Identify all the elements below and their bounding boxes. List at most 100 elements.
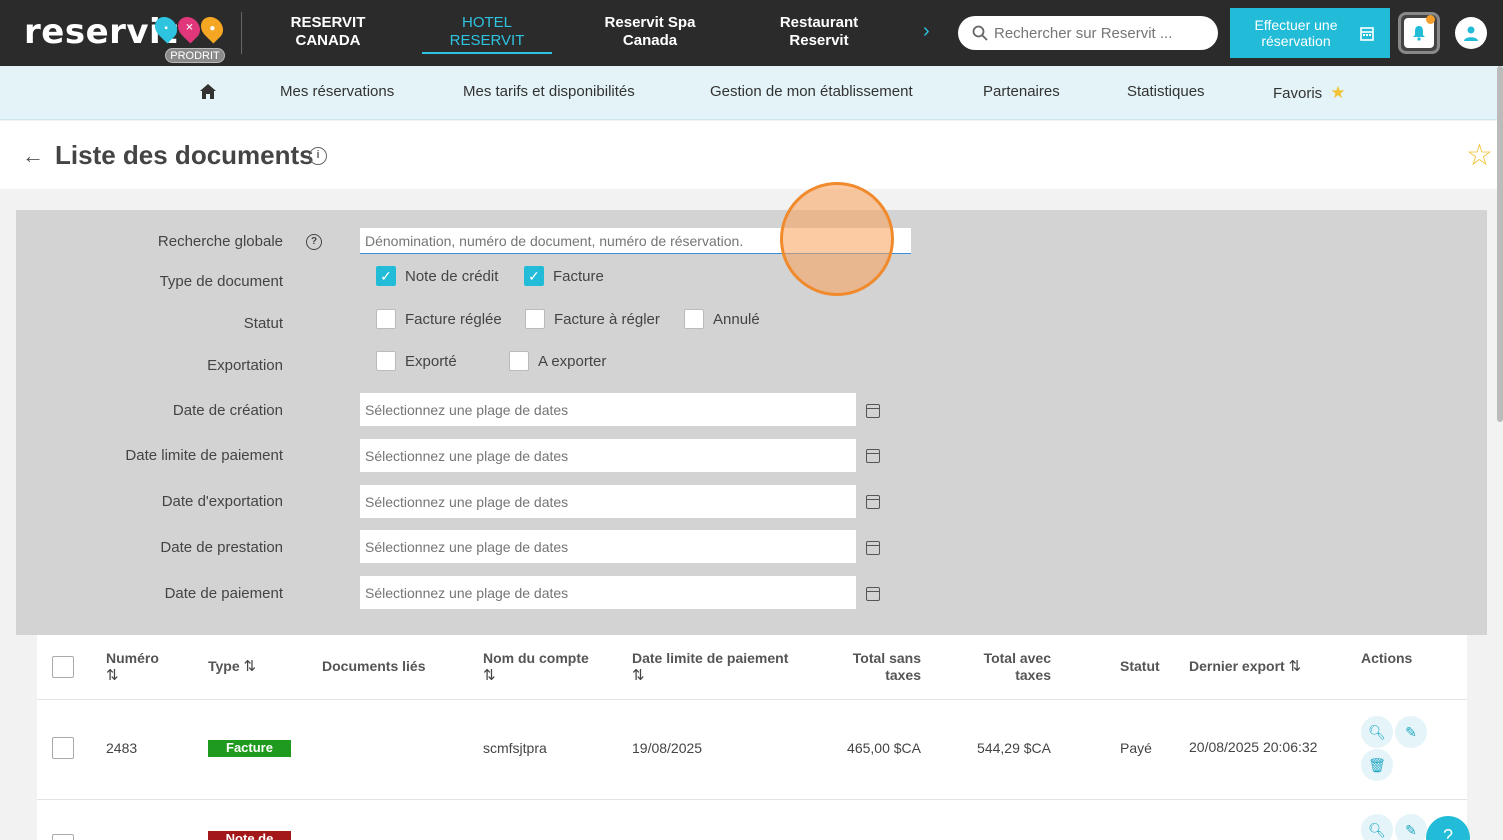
click-highlight — [780, 182, 894, 296]
filter-panel: Recherche globale ? Type de document ✓ N… — [16, 210, 1487, 635]
sort-icon[interactable]: ⇅ — [632, 667, 788, 684]
info-icon[interactable]: i — [309, 147, 327, 165]
global-search-label: Recherche globale — [157, 233, 283, 250]
row-checkbox[interactable] — [52, 834, 74, 840]
checkbox-box — [684, 309, 704, 329]
topnav-hotel-reservit[interactable]: HOTEL RESERVIT — [422, 14, 552, 54]
edit-button[interactable]: ✎ — [1395, 814, 1427, 840]
payment-due-date-field[interactable] — [360, 439, 856, 472]
topnav-label: RESERVIT CANADA — [290, 14, 366, 49]
notification-dot — [1426, 15, 1435, 24]
chevron-right-icon[interactable]: › — [923, 20, 930, 43]
sort-icon[interactable]: ⇅ — [1289, 658, 1302, 675]
date-label: Date de paiement — [164, 585, 283, 602]
date-label: Date limite de paiement — [125, 447, 283, 464]
search-input[interactable] — [994, 24, 1204, 42]
calendar-icon[interactable] — [866, 449, 880, 463]
checkbox-label: Annulé — [713, 310, 760, 328]
documents-table: Numéro ⇅ Type ⇅ Documents liés Nom du com… — [37, 635, 1467, 840]
checkbox-label: Note de crédit — [405, 267, 499, 285]
menu-item-reservations[interactable]: Mes réservations — [280, 83, 394, 100]
global-search-box[interactable] — [958, 16, 1218, 50]
check-icon: ✓ — [376, 266, 396, 286]
service-date-field[interactable] — [360, 530, 856, 563]
menu-item-gestion[interactable]: Gestion de mon établissement — [710, 83, 913, 100]
checkbox-box — [376, 309, 396, 329]
col-header-statut: Statut — [1120, 658, 1160, 674]
checkbox-credit-note[interactable]: ✓ Note de crédit — [376, 266, 498, 286]
topnav-reservit-spa[interactable]: Reservit Spa Canada — [600, 14, 700, 50]
cell-statut: Payé — [1120, 740, 1152, 756]
col-header-label: Dernier export — [1189, 658, 1285, 674]
calendar-icon[interactable] — [866, 587, 880, 601]
col-header-numero[interactable]: Numéro ⇅ — [106, 650, 159, 684]
page-title: Liste des documents — [55, 140, 314, 170]
menu-item-partenaires[interactable]: Partenaires — [983, 83, 1060, 100]
edit-button[interactable]: ✎ — [1395, 716, 1427, 748]
checkbox-invoice-paid[interactable]: Facture réglée — [376, 309, 502, 329]
back-arrow-icon[interactable]: ← — [22, 143, 44, 169]
user-avatar[interactable] — [1455, 17, 1487, 49]
date-label: Date d'exportation — [161, 493, 283, 510]
checkbox-invoice[interactable]: ✓ Facture — [524, 266, 604, 286]
reservit-logo[interactable]: reservit — [24, 12, 178, 52]
view-button[interactable]: 🔍︎ — [1361, 716, 1393, 748]
checkbox-to-export[interactable]: A exporter — [509, 351, 606, 371]
favorite-star-icon[interactable]: ☆ — [1466, 138, 1493, 173]
col-header-compte[interactable]: Nom du compte ⇅ — [483, 650, 589, 684]
export-label: Exportation — [207, 357, 283, 374]
menu-item-favoris[interactable]: Favoris ★ — [1273, 83, 1346, 103]
check-icon: ✓ — [524, 266, 544, 286]
notifications-button[interactable] — [1398, 12, 1440, 54]
checkbox-label: Facture à régler — [554, 310, 660, 328]
col-header-export[interactable]: Dernier export ⇅ — [1189, 658, 1301, 675]
creation-date-field[interactable] — [360, 393, 856, 426]
checkbox-label: Exporté — [405, 352, 457, 370]
star-icon: ★ — [1330, 83, 1346, 102]
sort-icon[interactable]: ⇅ — [106, 667, 159, 684]
scrollbar[interactable] — [1497, 66, 1503, 422]
sort-icon[interactable]: ⇅ — [483, 667, 589, 684]
view-button[interactable]: 🔍︎ — [1361, 814, 1393, 840]
doc-type-label: Type de document — [159, 273, 283, 290]
cell-export: 20/08/2025 20:06:32 — [1189, 739, 1318, 755]
cell-limite: 19/08/2025 — [632, 740, 703, 756]
date-label: Date de création — [172, 402, 283, 419]
select-all-checkbox[interactable] — [52, 656, 74, 678]
export-date-field[interactable] — [360, 485, 856, 518]
topnav-label: HOTEL RESERVIT — [449, 14, 525, 49]
checkbox-exported[interactable]: Exporté — [376, 351, 457, 371]
checkbox-cancelled[interactable]: Annulé — [684, 309, 760, 329]
zoom-icon: 🔍︎ — [1368, 821, 1386, 838]
sort-icon[interactable]: ⇅ — [244, 658, 257, 675]
date-label: Date de prestation — [160, 539, 283, 556]
col-header-type[interactable]: Type ⇅ — [208, 658, 256, 675]
make-reservation-label: Effectuer une réservation — [1254, 17, 1338, 49]
type-badge: Facture — [208, 740, 291, 757]
payment-date-field[interactable] — [360, 576, 856, 609]
col-header-limite[interactable]: Date limite de paiement ⇅ — [632, 650, 788, 684]
calendar-icon[interactable] — [866, 495, 880, 509]
cell-ht: 465,00 $CA — [847, 740, 921, 756]
checkbox-label: Facture réglée — [405, 310, 502, 328]
row-checkbox[interactable] — [52, 737, 74, 759]
divider — [37, 699, 1467, 700]
calendar-icon[interactable] — [866, 404, 880, 418]
topnav-reservit-canada[interactable]: RESERVIT CANADA — [290, 14, 366, 50]
col-header-docs: Documents liés — [322, 658, 426, 674]
trash-icon: 🗑︎ — [1368, 756, 1386, 773]
topnav-label: Reservit Spa Canada — [604, 14, 696, 49]
checkbox-invoice-to-pay[interactable]: Facture à régler — [525, 309, 660, 329]
col-header-label: Type — [208, 658, 240, 674]
menu-item-tarifs[interactable]: Mes tarifs et disponibilités — [463, 83, 635, 100]
checkbox-label: A exporter — [538, 352, 607, 370]
delete-button[interactable]: 🗑︎ — [1361, 749, 1393, 781]
make-reservation-button[interactable]: Effectuer une réservation — [1230, 8, 1390, 58]
type-badge: Note de — [208, 831, 291, 840]
col-header-ttc: Total avec taxes — [983, 650, 1051, 683]
topnav-restaurant[interactable]: Restaurant Reservit — [775, 14, 863, 50]
help-icon[interactable]: ? — [306, 234, 322, 250]
menu-item-statistiques[interactable]: Statistiques — [1127, 83, 1205, 100]
calendar-icon[interactable] — [866, 541, 880, 555]
home-icon[interactable] — [199, 83, 217, 100]
